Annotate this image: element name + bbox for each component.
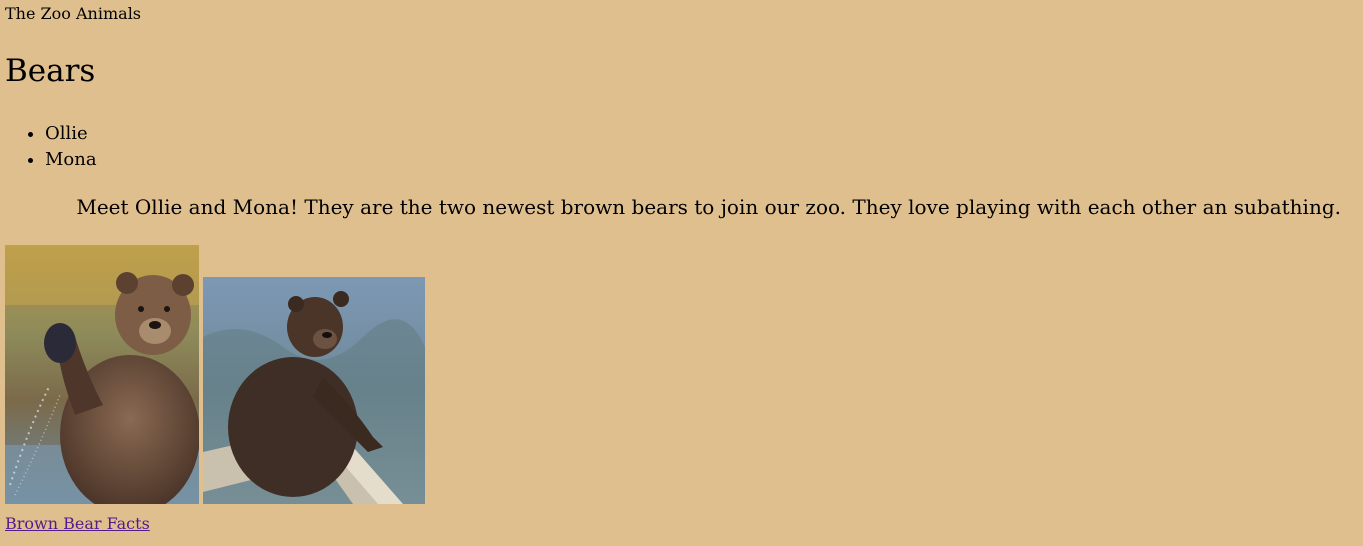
list-item: Ollie: [45, 121, 97, 147]
bear-waving-photo: [5, 245, 199, 504]
site-title: The Zoo Animals: [5, 4, 142, 23]
list-item: Mona: [45, 147, 97, 173]
bear-on-log-photo: [203, 277, 425, 504]
brown-bear-facts-link[interactable]: Brown Bear Facts: [5, 514, 150, 534]
intro-paragraph: Meet Ollie and Mona! They are the two ne…: [76, 195, 1341, 219]
bear-list: Ollie Mona: [0, 121, 97, 173]
page-heading: Bears: [5, 53, 96, 89]
